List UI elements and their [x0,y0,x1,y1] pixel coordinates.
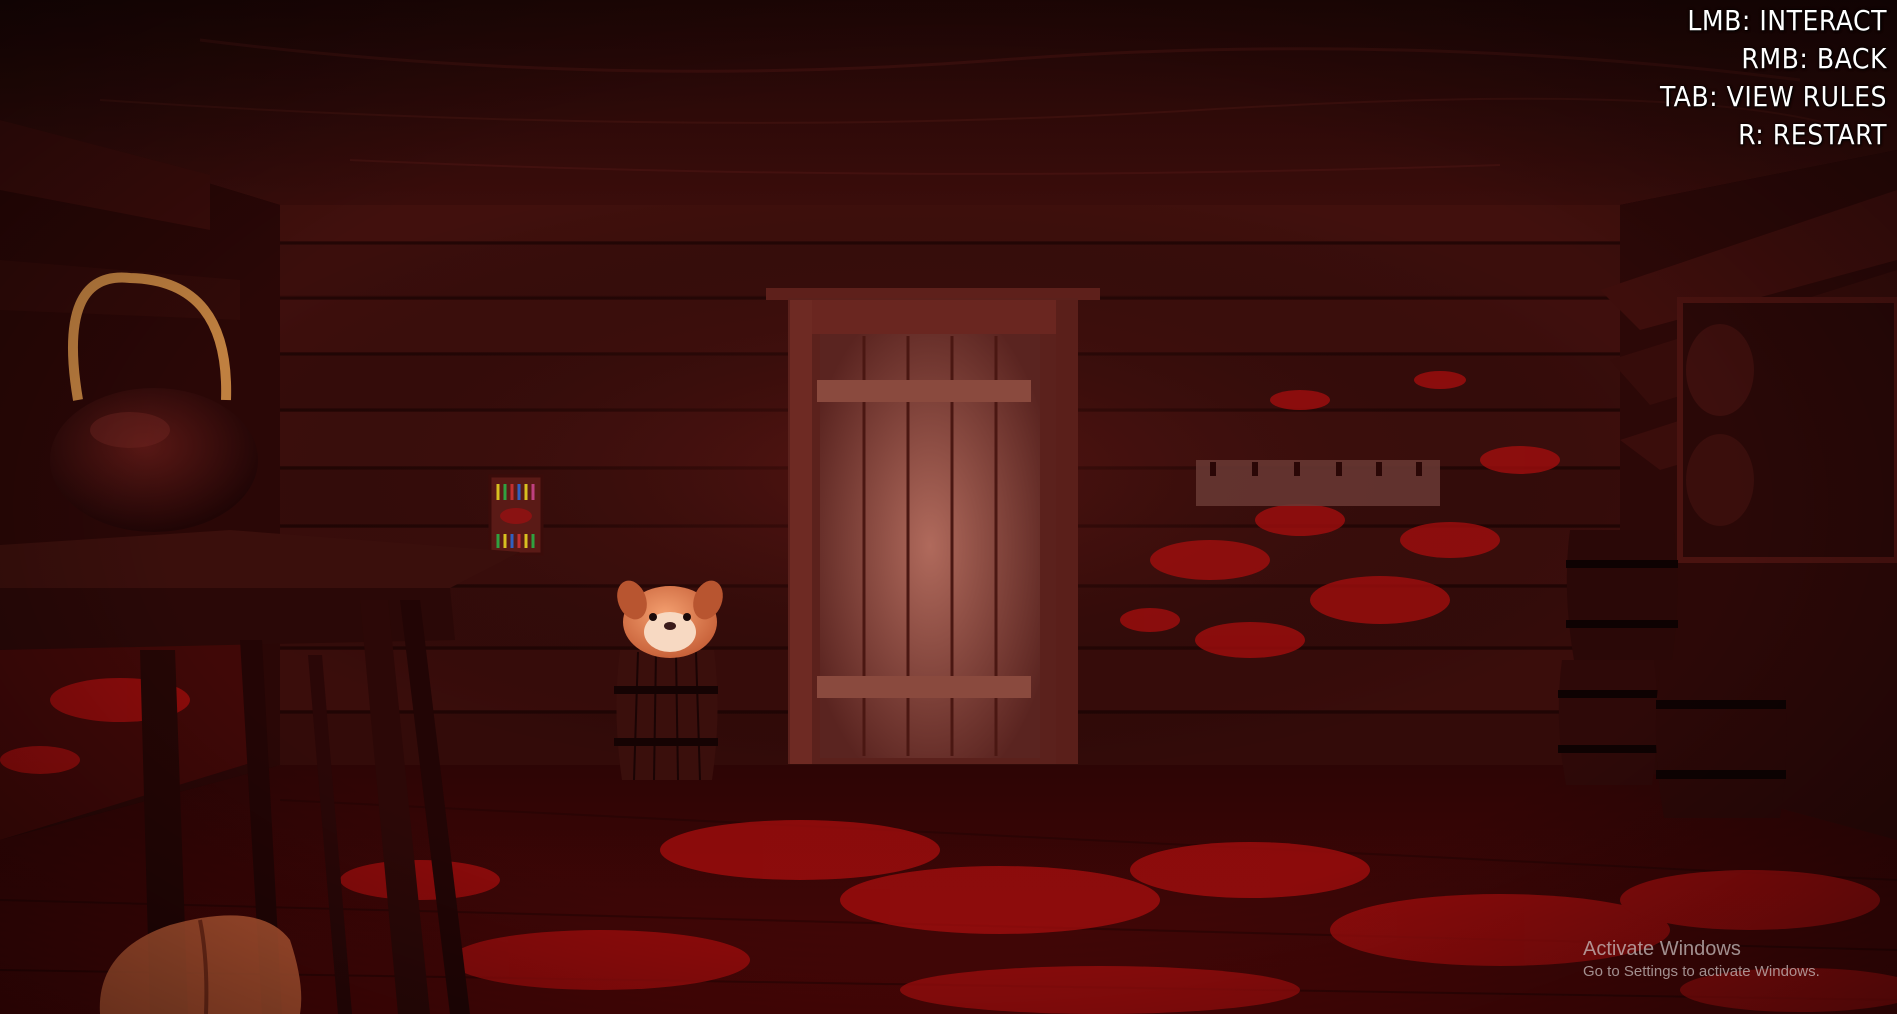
watermark-title: Activate Windows [1583,938,1741,960]
control-back: RMB: BACK [1741,42,1887,75]
control-restart: R: RESTART [1738,118,1887,151]
game-viewport[interactable]: LMB: INTERACT RMB: BACK TAB: VIEW RULES … [0,0,1897,1014]
control-view-rules: TAB: VIEW RULES [1659,80,1887,113]
vignette-overlay [0,0,1897,1014]
control-interact: LMB: INTERACT [1687,4,1887,37]
watermark-subtitle: Go to Settings to activate Windows. [1583,963,1820,980]
controls-hud: LMB: INTERACT RMB: BACK TAB: VIEW RULES … [1660,2,1887,154]
windows-activation-watermark: Activate Windows Go to Settings to activ… [1583,936,1820,982]
cabin-scene[interactable] [0,0,1897,1014]
